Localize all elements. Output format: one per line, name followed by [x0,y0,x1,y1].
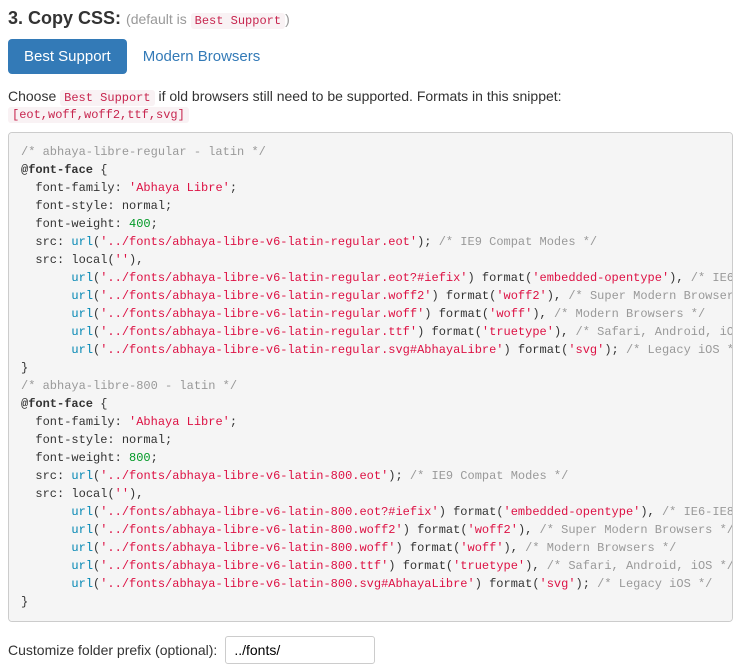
section-heading: 3. Copy CSS: (default is Best Support) [8,8,733,29]
heading-subtitle: (default is Best Support) [126,11,290,27]
heading-default-code: Best Support [191,13,285,29]
heading-title: 3. Copy CSS: [8,8,121,28]
folder-prefix-input[interactable] [225,636,375,664]
format-tabs: Best Support Modern Browsers [8,39,733,74]
tab-modern-browsers[interactable]: Modern Browsers [127,39,277,74]
folder-prefix-row: Customize folder prefix (optional): [8,636,733,664]
desc-code-best: Best Support [60,90,154,106]
tab-best-support[interactable]: Best Support [8,39,127,74]
css-code-block[interactable]: /* abhaya-libre-regular - latin */ @font… [8,132,733,622]
desc-code-formats: [eot,woff,woff2,ttf,svg] [8,107,189,123]
description-line: Choose Best Support if old browsers stil… [8,88,733,122]
folder-prefix-label: Customize folder prefix (optional): [8,642,217,658]
